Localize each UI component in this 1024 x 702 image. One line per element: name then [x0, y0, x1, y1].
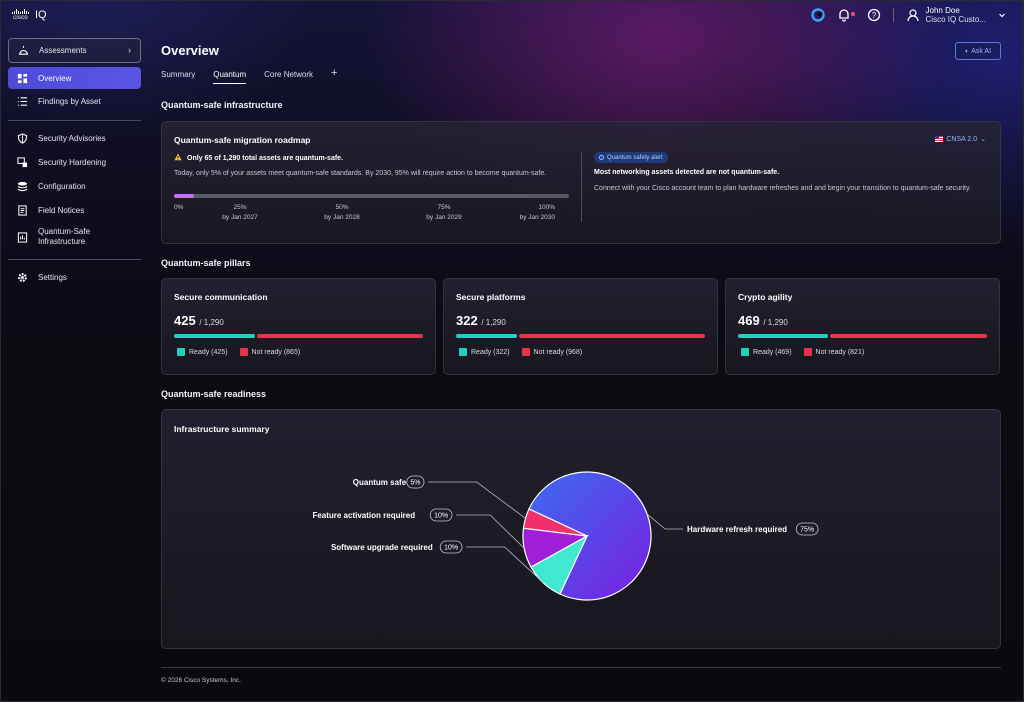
window-frame	[0, 0, 1024, 702]
